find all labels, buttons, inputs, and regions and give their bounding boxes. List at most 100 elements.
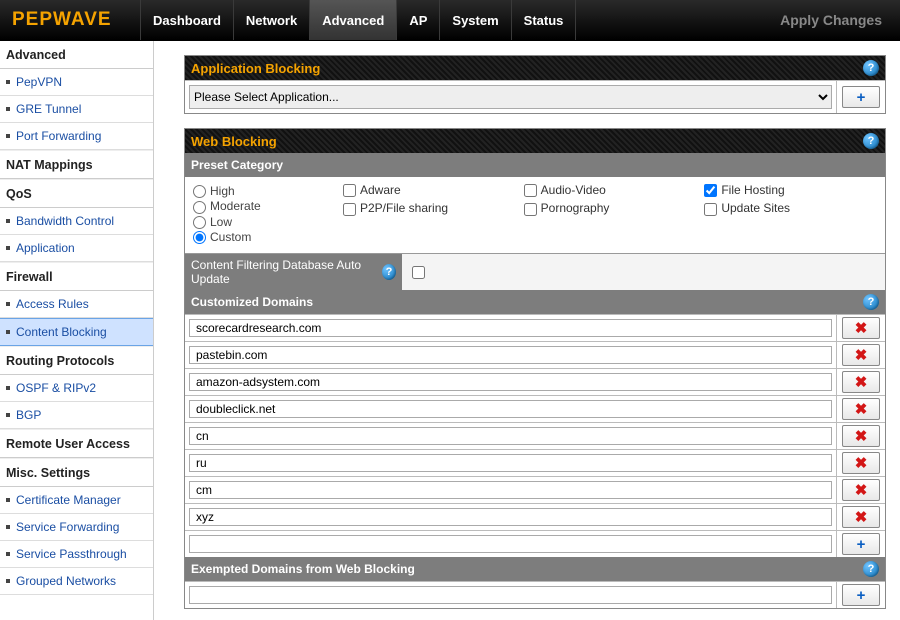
- sidebar-item-service-passthrough[interactable]: Service Passthrough: [0, 541, 153, 568]
- domain-input[interactable]: [189, 373, 832, 391]
- domain-input[interactable]: [189, 454, 832, 472]
- preset-checkbox-grid: Adware Audio-Video File Hosting P2P/File sh…: [343, 183, 877, 245]
- category-checkbox-input[interactable]: [343, 203, 356, 216]
- auto-update-row: Content Filtering Database Auto Update ?: [185, 253, 885, 290]
- delete-domain-button[interactable]: ✖: [842, 506, 880, 528]
- sidebar-item-access-rules[interactable]: Access Rules: [0, 291, 153, 318]
- preset-radio-low[interactable]: Low: [193, 215, 343, 229]
- category-checkbox-file-hosting[interactable]: File Hosting: [704, 183, 877, 197]
- help-icon[interactable]: ?: [863, 294, 879, 310]
- help-icon[interactable]: ?: [382, 264, 396, 280]
- category-checkbox-input[interactable]: [524, 203, 537, 216]
- delete-icon: ✖: [855, 456, 868, 471]
- sidebar-heading: Advanced: [0, 41, 153, 69]
- sidebar-item-bandwidth-control[interactable]: Bandwidth Control: [0, 208, 153, 235]
- nav-advanced[interactable]: Advanced: [310, 0, 397, 40]
- application-select[interactable]: Please Select Application...: [189, 85, 832, 109]
- domain-input[interactable]: [189, 400, 832, 418]
- delete-domain-button[interactable]: ✖: [842, 398, 880, 420]
- delete-domain-button[interactable]: ✖: [842, 344, 880, 366]
- domain-row: ✖: [185, 422, 885, 449]
- category-checkbox-p2p-file-sharing[interactable]: P2P/File sharing: [343, 201, 516, 215]
- plus-icon: +: [857, 537, 866, 552]
- sidebar-item-service-forwarding[interactable]: Service Forwarding: [0, 514, 153, 541]
- subheader-exempted-domains: Exempted Domains from Web Blocking ?: [185, 557, 885, 581]
- nav-ap[interactable]: AP: [397, 0, 440, 40]
- help-icon[interactable]: ?: [863, 133, 879, 149]
- add-application-button[interactable]: +: [842, 86, 880, 108]
- domain-input[interactable]: [189, 535, 832, 553]
- top-bar: PEPWAVE DashboardNetworkAdvancedAPSystem…: [0, 0, 900, 41]
- delete-icon: ✖: [855, 429, 868, 444]
- sidebar-item-port-forwarding[interactable]: Port Forwarding: [0, 123, 153, 150]
- nav-system[interactable]: System: [440, 0, 511, 40]
- panel-header-web-blocking: Web Blocking ?: [185, 129, 885, 153]
- exempted-domain-input[interactable]: [189, 586, 832, 604]
- delete-domain-button[interactable]: ✖: [842, 371, 880, 393]
- category-checkbox-input[interactable]: [343, 184, 356, 197]
- sidebar: AdvancedPepVPNGRE TunnelPort ForwardingN…: [0, 41, 154, 620]
- preset-radio-custom[interactable]: Custom: [193, 230, 343, 244]
- category-checkbox-input[interactable]: [704, 184, 717, 197]
- sidebar-item-gre-tunnel[interactable]: GRE Tunnel: [0, 96, 153, 123]
- preset-radio-input[interactable]: [193, 185, 206, 198]
- subheader-preset-category: Preset Category: [185, 153, 885, 177]
- preset-radio-input[interactable]: [193, 231, 206, 244]
- category-checkbox-update-sites[interactable]: Update Sites: [704, 201, 877, 215]
- delete-domain-button[interactable]: ✖: [842, 452, 880, 474]
- delete-icon: ✖: [855, 510, 868, 525]
- add-domain-button[interactable]: +: [842, 533, 880, 555]
- domain-row: ✖: [185, 476, 885, 503]
- sidebar-heading: NAT Mappings: [0, 150, 153, 179]
- plus-icon: +: [857, 90, 866, 105]
- help-icon[interactable]: ?: [863, 561, 879, 577]
- nav-status[interactable]: Status: [512, 0, 577, 40]
- preset-radio-high[interactable]: High: [193, 184, 343, 198]
- category-checkbox-pornography[interactable]: Pornography: [524, 201, 697, 215]
- preset-radio-input[interactable]: [193, 216, 206, 229]
- domain-input[interactable]: [189, 319, 832, 337]
- auto-update-checkbox[interactable]: [412, 266, 425, 279]
- sidebar-item-pepvpn[interactable]: PepVPN: [0, 69, 153, 96]
- sidebar-heading: Misc. Settings: [0, 458, 153, 487]
- delete-icon: ✖: [855, 348, 868, 363]
- domain-input[interactable]: [189, 481, 832, 499]
- preset-radio-moderate[interactable]: Moderate: [193, 199, 343, 213]
- sidebar-heading: Routing Protocols: [0, 346, 153, 375]
- exempted-domain-row: +: [185, 581, 885, 608]
- sidebar-item-grouped-networks[interactable]: Grouped Networks: [0, 568, 153, 595]
- sidebar-item-bgp[interactable]: BGP: [0, 402, 153, 429]
- domain-row-add: +: [185, 530, 885, 557]
- category-checkbox-input[interactable]: [704, 203, 717, 216]
- panel-title: Web Blocking: [191, 134, 277, 149]
- main-content: Application Blocking ? Please Select App…: [154, 41, 900, 620]
- subheader-title: Preset Category: [191, 158, 283, 172]
- customized-domains-list: ✖ ✖ ✖ ✖ ✖ ✖ ✖ ✖ +: [185, 314, 885, 557]
- delete-domain-button[interactable]: ✖: [842, 479, 880, 501]
- auto-update-label: Content Filtering Database Auto Update: [191, 258, 376, 286]
- nav-network[interactable]: Network: [234, 0, 310, 40]
- sidebar-item-ospf-ripv2[interactable]: OSPF & RIPv2: [0, 375, 153, 402]
- category-checkbox-adware[interactable]: Adware: [343, 183, 516, 197]
- delete-domain-button[interactable]: ✖: [842, 425, 880, 447]
- domain-row: ✖: [185, 368, 885, 395]
- sidebar-item-certificate-manager[interactable]: Certificate Manager: [0, 487, 153, 514]
- add-exempted-domain-button[interactable]: +: [842, 584, 880, 606]
- sidebar-item-content-blocking[interactable]: Content Blocking: [0, 318, 153, 346]
- delete-domain-button[interactable]: ✖: [842, 317, 880, 339]
- subheader-title: Exempted Domains from Web Blocking: [191, 562, 415, 576]
- sidebar-heading: QoS: [0, 179, 153, 208]
- domain-input[interactable]: [189, 508, 832, 526]
- domain-input[interactable]: [189, 427, 832, 445]
- help-icon[interactable]: ?: [863, 60, 879, 76]
- category-checkbox-input[interactable]: [524, 184, 537, 197]
- category-checkbox-audio-video[interactable]: Audio-Video: [524, 183, 697, 197]
- delete-icon: ✖: [855, 483, 868, 498]
- nav-dashboard[interactable]: Dashboard: [140, 0, 234, 40]
- domain-input[interactable]: [189, 346, 832, 364]
- apply-changes-button[interactable]: Apply Changes: [762, 0, 900, 40]
- preset-radio-input[interactable]: [193, 201, 206, 214]
- panel-web-blocking: Web Blocking ? Preset Category HighModer…: [184, 128, 886, 609]
- sidebar-item-application[interactable]: Application: [0, 235, 153, 262]
- panel-application-blocking: Application Blocking ? Please Select App…: [184, 55, 886, 114]
